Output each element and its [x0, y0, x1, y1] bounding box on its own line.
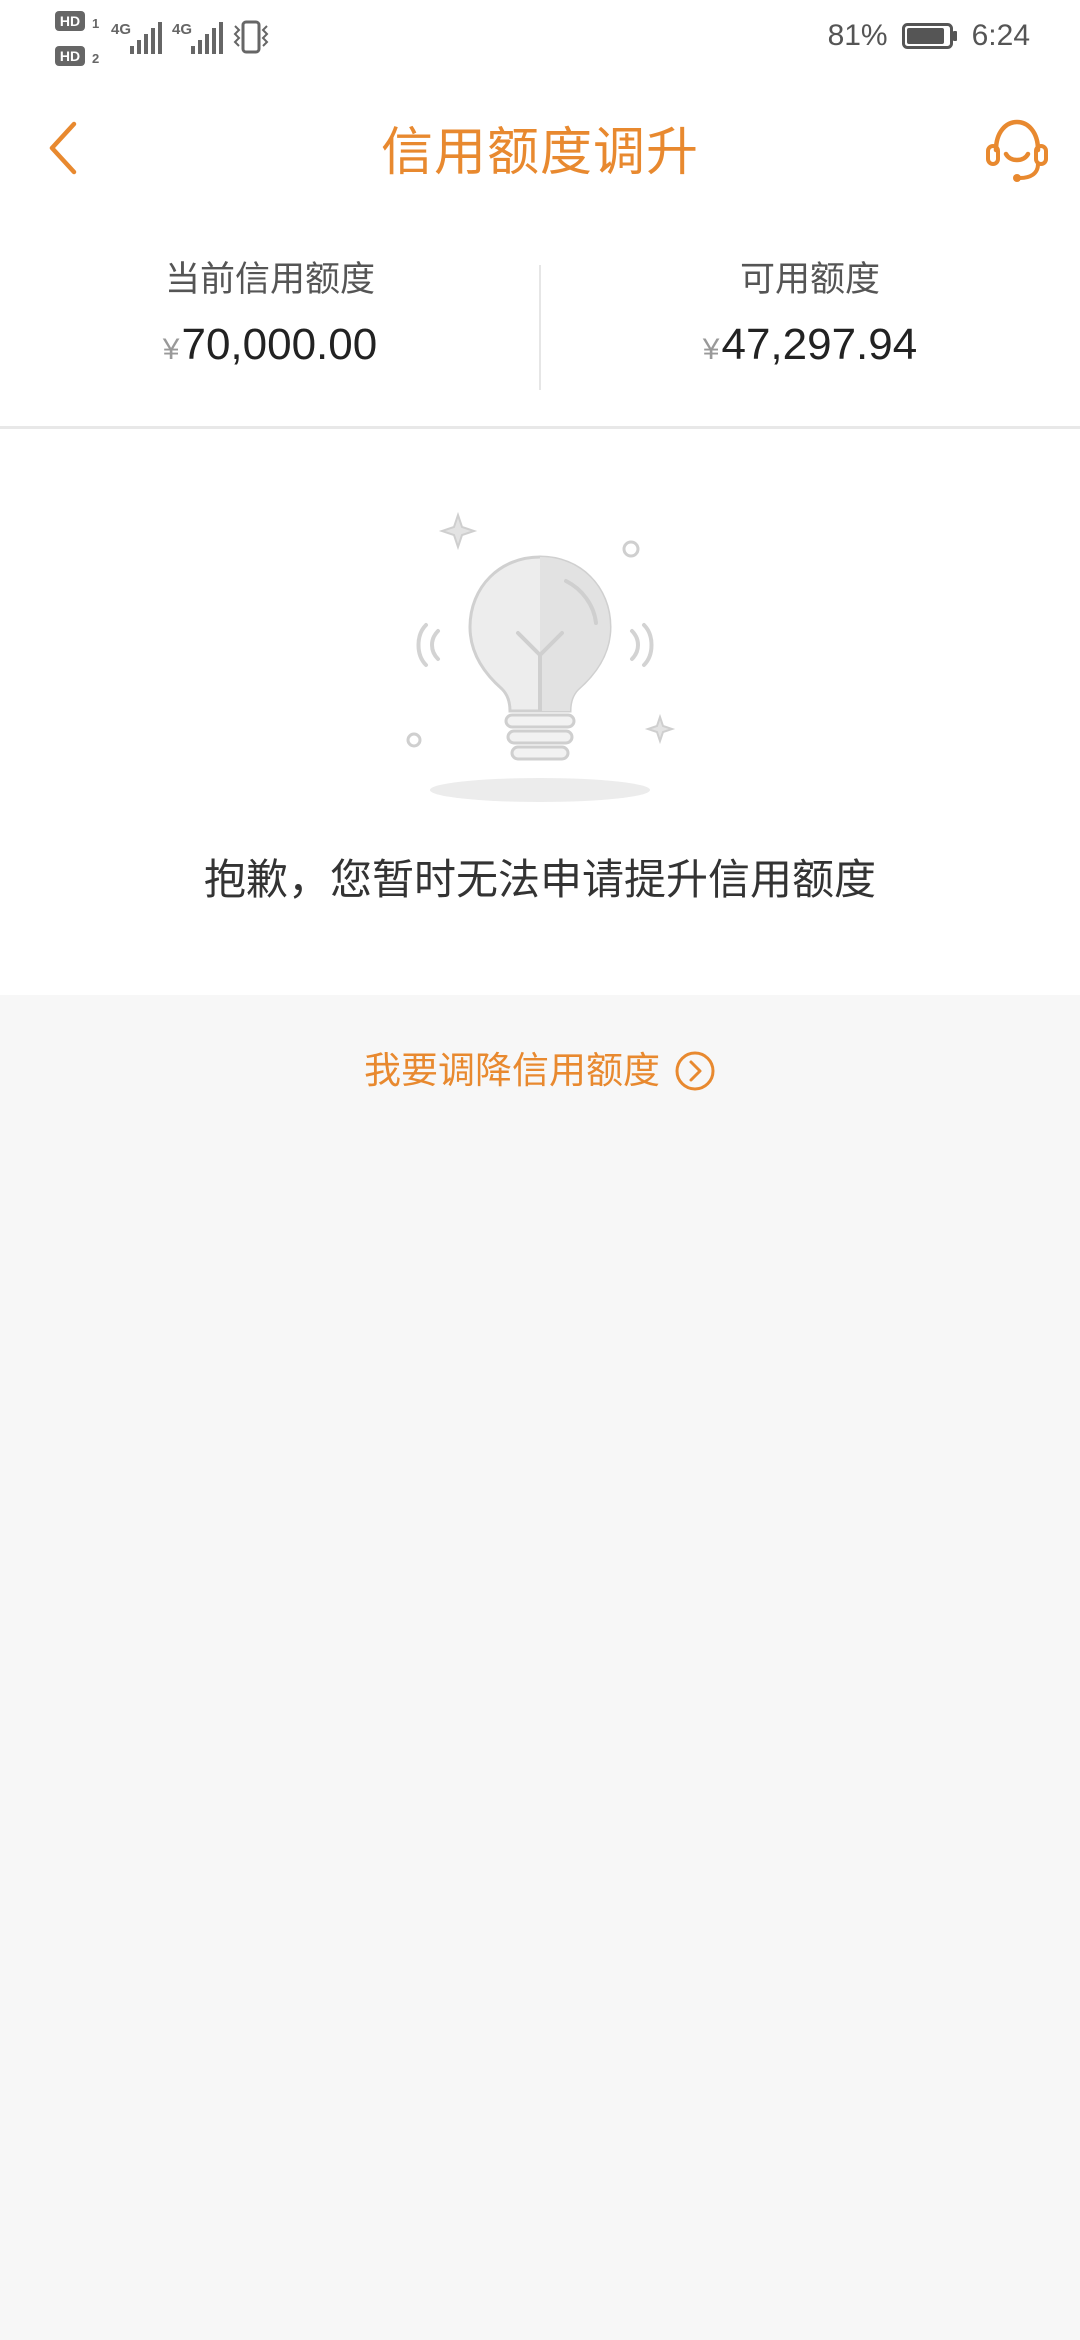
summary-divider: [539, 265, 541, 390]
svg-text:1: 1: [92, 16, 99, 31]
svg-text:4G: 4G: [172, 21, 192, 38]
ineligible-message: 抱歉，您暂时无法申请提升信用额度: [203, 855, 876, 904]
customer-service-headset-icon: [986, 119, 1048, 182]
available-limit-amount-row: ¥47,297.94: [540, 317, 1080, 378]
currency-symbol: ¥: [162, 333, 180, 366]
current-limit-amount: 70,000.00: [181, 320, 378, 369]
current-limit-amount-row: ¥70,000.00: [0, 317, 540, 378]
clock: 6:24: [971, 19, 1030, 52]
svg-text:HD: HD: [60, 48, 80, 64]
battery-percent: 81%: [827, 19, 888, 52]
current-limit-label: 当前信用额度: [164, 260, 375, 300]
svg-text:4G: 4G: [111, 21, 131, 38]
lower-credit-limit-link[interactable]: 我要调降信用额度: [0, 1046, 1080, 1096]
section-divider: [0, 426, 1080, 429]
currency-symbol: ¥: [702, 333, 720, 366]
current-limit-block: 当前信用额度 ¥70,000.00: [0, 255, 540, 378]
app-header: 信用额度调升: [0, 100, 1080, 205]
battery-icon: [901, 23, 958, 49]
page-title: 信用额度调升: [380, 123, 699, 183]
status-right-group: 81% 6:24: [828, 16, 1030, 56]
status-signal-group: HD 1 HD 2 4G 4G: [55, 8, 295, 68]
available-limit-label: 可用额度: [739, 260, 880, 300]
svg-text:2: 2: [92, 51, 99, 66]
lower-credit-limit-label: 我要调降信用额度: [364, 1049, 660, 1092]
customer-service-button[interactable]: [982, 114, 1052, 184]
lightbulb-icon: [390, 505, 690, 810]
status-bar: HD 1 HD 2 4G 4G 81% 6:24: [0, 0, 1080, 74]
available-limit-block: 可用额度 ¥47,297.94: [540, 255, 1080, 378]
available-limit-amount: 47,297.94: [721, 320, 918, 369]
svg-text:HD: HD: [60, 13, 80, 29]
signal-icons: HD 1 HD 2 4G 4G: [55, 11, 269, 66]
circle-chevron-right-icon: [674, 1050, 716, 1092]
